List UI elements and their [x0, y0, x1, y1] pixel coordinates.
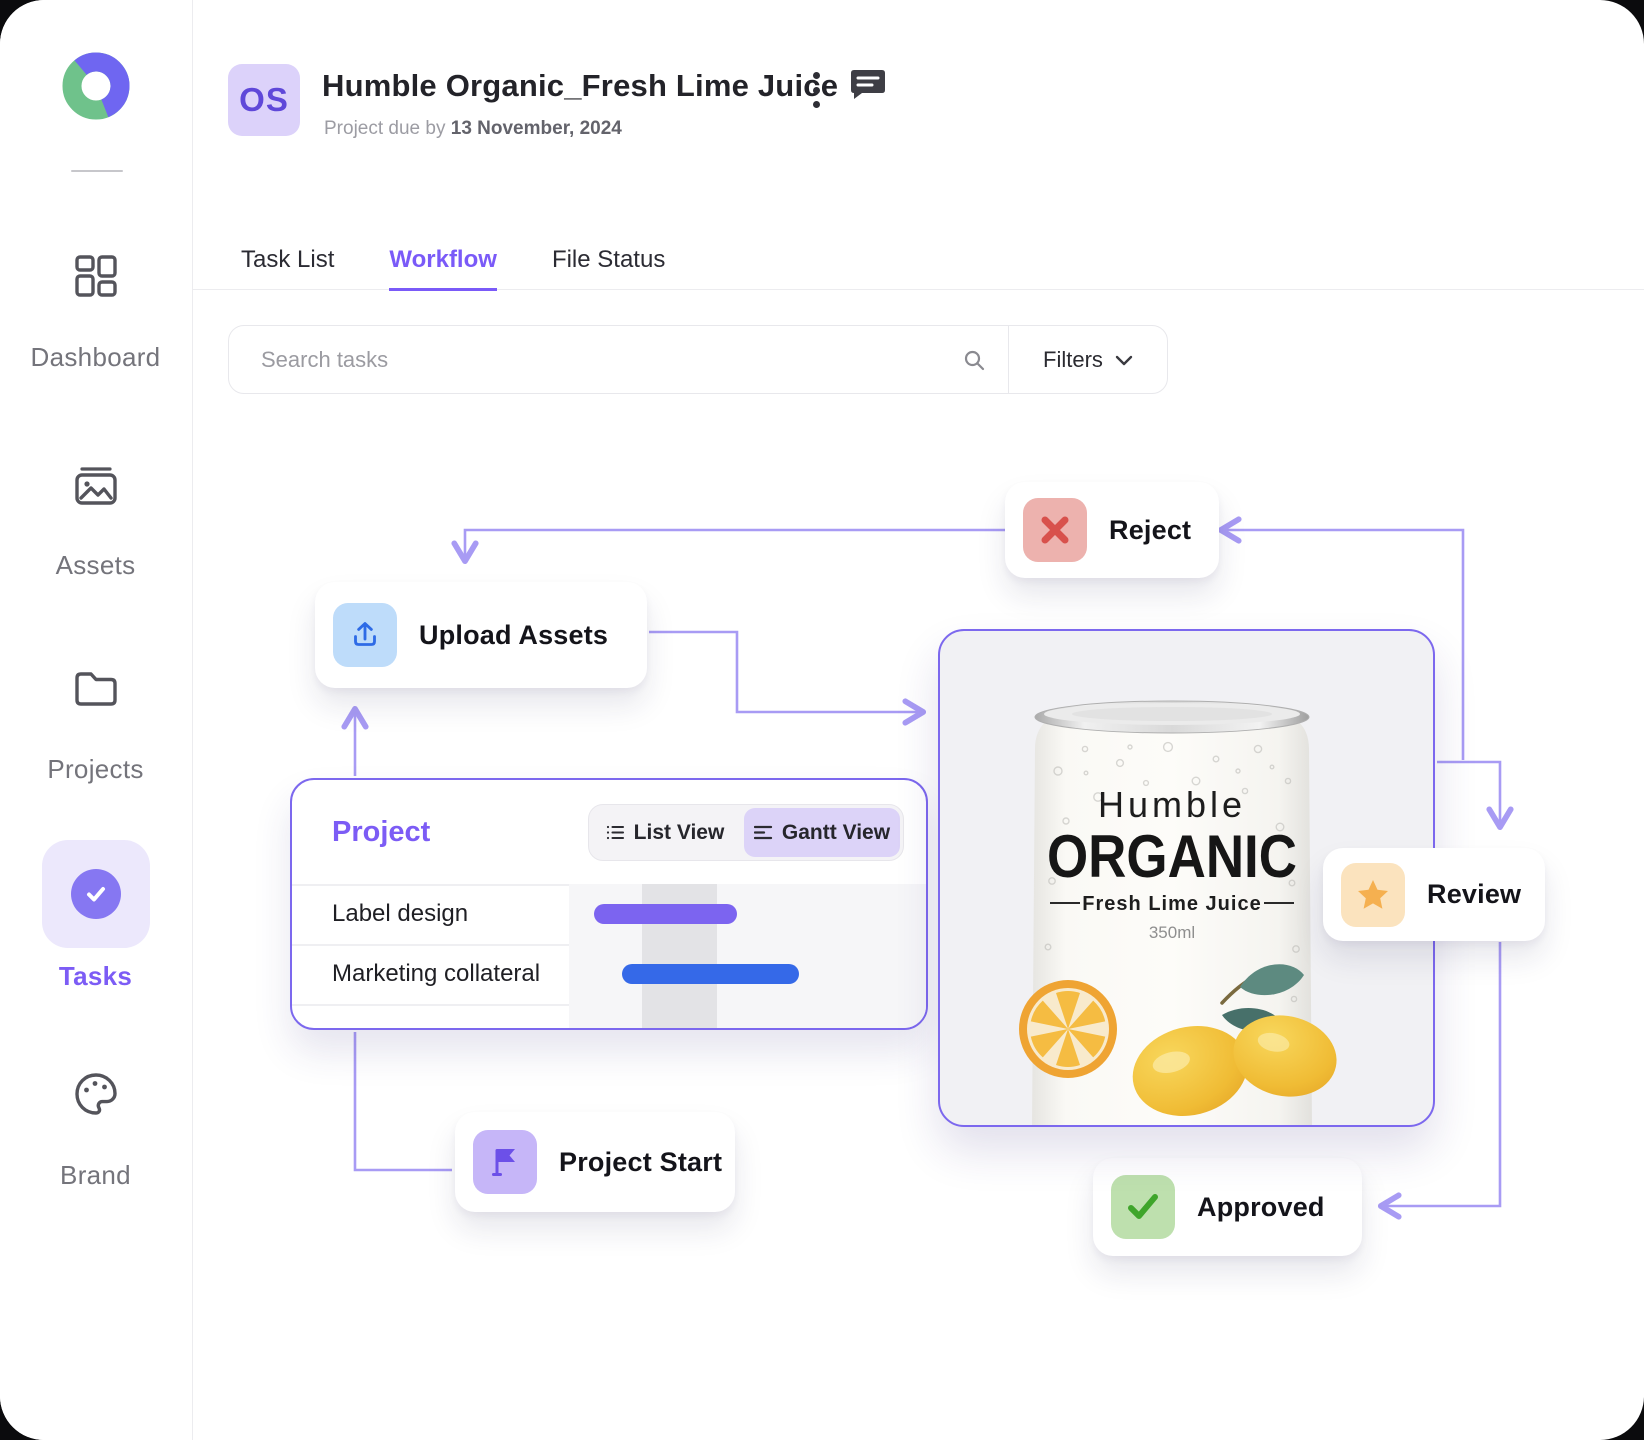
can-volume: 350ml — [1149, 923, 1195, 942]
gantt-task-label: Marketing collateral — [332, 960, 541, 987]
chevron-down-icon — [1115, 355, 1133, 365]
projects-folder-icon — [74, 672, 117, 706]
sidebar-item-label: Brand — [60, 1160, 131, 1190]
view-toggle: List View Gantt View — [588, 804, 904, 861]
flag-icon — [473, 1130, 537, 1194]
project-gantt-card: Project List View Gantt View Label desig… — [290, 778, 928, 1030]
node-label: Reject — [1109, 514, 1192, 545]
can-brand-line2: ORGANIC — [1047, 823, 1297, 890]
sidebar-item-label: Projects — [47, 754, 144, 784]
more-options-button[interactable] — [806, 70, 826, 110]
comment-icon — [851, 70, 885, 99]
comments-button[interactable] — [850, 68, 886, 107]
assets-image-icon — [74, 467, 117, 505]
gantt-view-button[interactable]: Gantt View — [744, 808, 900, 857]
node-label: Upload Assets — [419, 619, 609, 650]
workflow-node-reject[interactable]: Reject — [1005, 482, 1219, 578]
can-brand-line1: Humble — [1098, 784, 1246, 825]
sidebar-divider — [71, 170, 123, 172]
tab-task-list[interactable]: Task List — [241, 238, 334, 289]
sidebar: Dashboard Assets Projects Tasks Brand — [0, 0, 193, 1440]
connector-product-to-review — [1437, 760, 1514, 831]
check-icon — [1111, 1175, 1175, 1239]
filters-label: Filters — [1043, 346, 1103, 372]
gantt-bar-marketing-collateral[interactable] — [622, 964, 799, 984]
gantt-bar-label-design[interactable] — [594, 904, 737, 924]
workflow-node-approved[interactable]: Approved — [1093, 1158, 1362, 1256]
donut-logo-icon — [62, 52, 130, 120]
gantt-view-icon — [753, 825, 773, 840]
workflow-node-review[interactable]: Review — [1323, 848, 1545, 941]
list-view-icon — [606, 825, 624, 840]
workflow-node-project-start[interactable]: Project Start — [455, 1112, 735, 1212]
sidebar-item-label: Assets — [55, 550, 136, 580]
connector-upload-to-product — [649, 630, 927, 726]
connector-project-to-start — [353, 1032, 452, 1172]
upload-icon — [333, 603, 397, 667]
row-divider — [292, 1004, 569, 1006]
gantt-task-label: Label design — [332, 900, 469, 927]
filters-button[interactable]: Filters — [1009, 326, 1167, 393]
sidebar-item-tasks[interactable]: Tasks — [0, 840, 191, 992]
dashboard-grid-icon — [74, 255, 117, 297]
search-box — [229, 326, 1008, 393]
tasks-check-icon — [70, 869, 121, 919]
can-subtitle: Fresh Lime Juice — [1082, 893, 1261, 915]
page-title: Humble Organic_Fresh Lime Juice — [322, 68, 839, 103]
tab-bar: Task List Workflow File Status — [193, 238, 1644, 291]
sidebar-item-label: Dashboard — [30, 342, 161, 372]
sidebar-item-dashboard[interactable]: Dashboard — [0, 252, 191, 373]
app-logo[interactable] — [0, 52, 192, 120]
tab-workflow[interactable]: Workflow — [389, 238, 497, 291]
node-label: Review — [1427, 879, 1522, 909]
sidebar-item-assets[interactable]: Assets — [0, 460, 191, 581]
brand-palette-icon — [74, 1073, 117, 1115]
search-icon — [964, 350, 984, 370]
workflow-node-upload-assets[interactable]: Upload Assets — [315, 582, 647, 688]
tasks-active-pill — [41, 840, 150, 948]
project-card-title: Project — [332, 816, 431, 848]
search-input[interactable] — [261, 346, 962, 373]
sidebar-item-label: Tasks — [58, 961, 133, 991]
project-due-date: Project due by 13 November, 2024 — [324, 118, 622, 139]
app-window: Dashboard Assets Projects Tasks Brand OS… — [0, 0, 1644, 1440]
row-divider — [292, 944, 569, 946]
project-avatar: OS — [228, 64, 300, 136]
row-divider — [292, 884, 569, 886]
sidebar-item-projects[interactable]: Projects — [0, 664, 191, 785]
list-view-button[interactable]: List View — [589, 805, 741, 860]
sidebar-item-brand[interactable]: Brand — [0, 1070, 191, 1191]
reject-x-icon — [1023, 498, 1087, 562]
connector-reject-to-upload — [451, 528, 1005, 565]
star-icon — [1341, 862, 1405, 927]
node-label: Project Start — [559, 1146, 723, 1177]
tab-file-status[interactable]: File Status — [552, 238, 665, 289]
task-toolbar: Filters — [228, 325, 1168, 394]
node-label: Approved — [1197, 1191, 1325, 1222]
